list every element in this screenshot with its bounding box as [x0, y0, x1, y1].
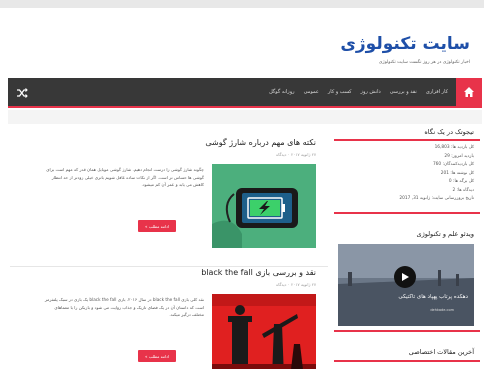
nav-item-general[interactable]: عمومی [304, 89, 319, 95]
post-title[interactable]: نکته های مهم درباره شارژ گوشی [205, 138, 316, 147]
nav-item-business[interactable]: کسب و کار [328, 89, 352, 95]
stat-item: کل نوشته ها: 201 [440, 170, 474, 176]
stat-item: کل بازدید ها: 16,803 [434, 145, 474, 150]
home-icon [464, 87, 474, 97]
black-the-fall-image[interactable] [212, 294, 316, 369]
post-title[interactable]: نقد و بررسی بازی black the fall [201, 268, 316, 277]
video-player[interactable]: دهکده پرتاب پهپاد های تاکتیکی dehkade.co… [338, 244, 474, 326]
post-meta: ۲۷ ژانویه ۲۰۱۷ ۰ دیدگاه [276, 282, 316, 287]
video-caption: دهکده پرتاب پهپاد های تاکتیکی [398, 294, 468, 300]
content-gap [8, 110, 482, 124]
stats-list: کل بازدید ها: 16,803 بازدید امروز: 29 کل… [340, 144, 474, 204]
widget-underline [334, 139, 480, 141]
sidebar: تیجوتک در یک نگاه کل بازدید ها: 16,803 ب… [334, 124, 480, 369]
nav-item-reviews[interactable]: نقد و بررسی [390, 89, 417, 95]
top-strip [0, 0, 484, 8]
home-button[interactable] [456, 78, 482, 106]
widget-separator [334, 212, 480, 214]
site-title[interactable]: سایت تکنولوژی [340, 34, 470, 54]
post-excerpt: نقد کلی بازی black the fall در سال ۲۰۱۶.… [44, 297, 204, 317]
site-description: اخبار تکنولوژی در هر روز نگست سایت تکنول… [378, 60, 470, 65]
post-divider [10, 266, 328, 267]
nav-item-software[interactable]: کار افزاری [426, 89, 448, 95]
battery-charging-image[interactable] [212, 164, 316, 248]
play-button[interactable] [394, 266, 416, 288]
post-excerpt: چگونه شارژ گوشی را درست انجام دهیم. شارژ… [46, 167, 204, 187]
main-nav: کار افزاری نقد و بررسی دانش روز کسب و کا… [8, 78, 482, 108]
stat-item: کل برگه ها: 0 [448, 179, 474, 184]
stat-item: بازدید امروز: 29 [444, 153, 474, 159]
stat-item: دیدگاه ها: 2 [452, 187, 474, 193]
nav-item-science[interactable]: دانش روز [361, 89, 381, 95]
articles-widget-title: آخرین مقالات اختصاصی [408, 348, 474, 356]
stat-item: تاریخ بروزرسانی سایت: ژانویه 31, 2017 [399, 196, 474, 201]
read-more-button[interactable]: ادامه مطلب » [138, 350, 176, 362]
video-widget-title: ویدئو علم و تکنولوژی [416, 230, 474, 238]
stats-widget-title: تیجوتک در یک نگاه [424, 128, 474, 136]
post-meta: ۲۷ ژانویه ۲۰۱۷ ۰ دیدگاه [276, 152, 316, 157]
posts-list: نکته های مهم درباره شارژ گوشی ۲۷ ژانویه … [10, 124, 328, 369]
widget-separator [334, 330, 480, 332]
nav-menu: کار افزاری نقد و بررسی دانش روز کسب و کا… [269, 89, 448, 95]
widget-underline [334, 360, 480, 362]
play-icon [402, 273, 409, 281]
stat-item: کل بازدیدکنندگان: 760 [432, 162, 474, 167]
nav-item-google[interactable]: روزانه گوگل [269, 89, 294, 95]
random-post-icon[interactable] [16, 87, 28, 99]
read-more-button[interactable]: ادامه مطلب » [138, 220, 176, 232]
video-source: dehkade.com [430, 308, 454, 312]
site-header: سایت تکنولوژی اخبار تکنولوژی در هر روز ن… [8, 8, 480, 76]
